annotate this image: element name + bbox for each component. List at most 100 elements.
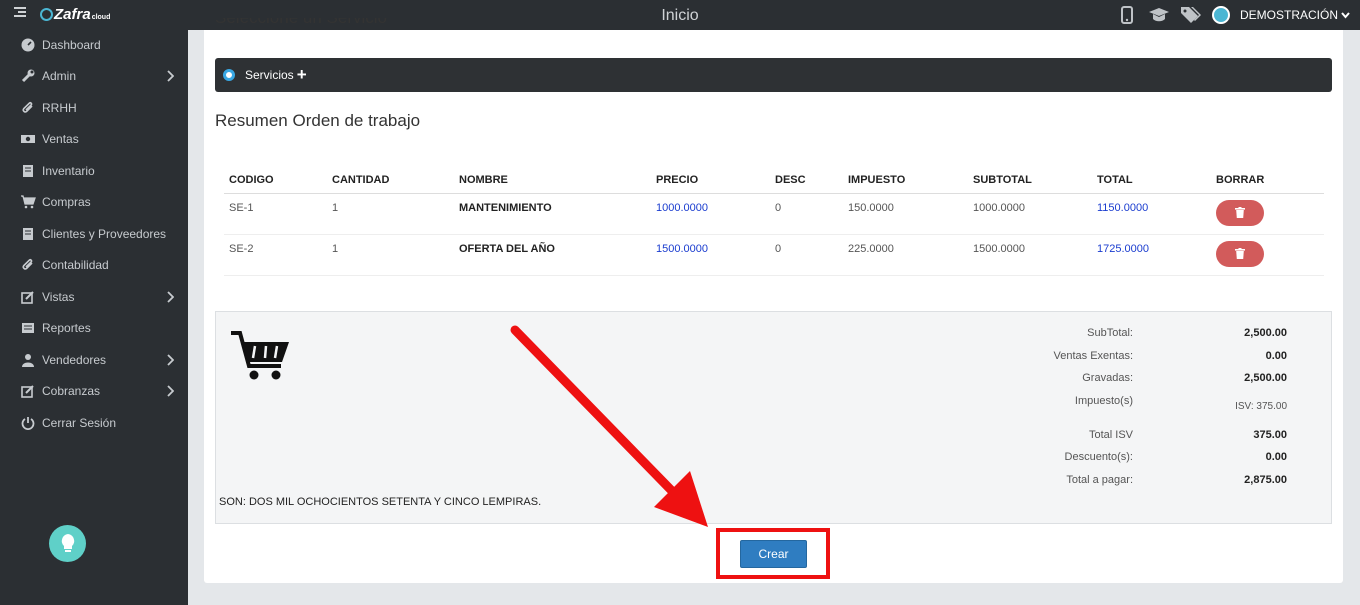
sidebar-item-inventario[interactable]: Inventario <box>20 160 178 182</box>
avatar[interactable] <box>1211 6 1230 24</box>
services-radio[interactable] <box>223 69 235 81</box>
sidebar-item-vendedores[interactable]: Vendedores <box>20 349 178 371</box>
cell-cantidad: 1 <box>327 234 454 276</box>
cell-desc: 0 <box>770 193 843 235</box>
sidebar-item-label: Vistas <box>42 290 75 304</box>
descuento-label: Descuento(s): <box>1064 451 1133 463</box>
sidebar-item-vistas[interactable]: Vistas <box>20 286 178 308</box>
table-header-row: CODIGO CANTIDAD NOMBRE PRECIO DESC IMPUE… <box>224 168 1324 194</box>
sidebar-item-label: Dashboard <box>42 38 101 52</box>
col-header: SUBTOTAL <box>968 168 1092 194</box>
services-bar[interactable]: Servicios + <box>215 58 1332 92</box>
sidebar-item-label: Inventario <box>42 164 95 178</box>
impuesto-value: ISV: 375.00 <box>1235 401 1287 412</box>
col-header: NOMBRE <box>454 168 651 194</box>
col-header: CODIGO <box>224 168 327 194</box>
sidebar-item-cerrar-sesion[interactable]: Cerrar Sesión <box>20 412 178 434</box>
power-icon <box>20 416 36 430</box>
chevron-down-icon <box>1341 11 1350 19</box>
sidebar-item-label: Ventas <box>42 132 79 146</box>
sidebar-item-contabilidad[interactable]: Contabilidad <box>20 254 178 276</box>
sidebar-item-label: Reportes <box>42 321 91 335</box>
sidebar-item-rrhh[interactable]: RRHH <box>20 97 178 119</box>
total-pagar-label: Total a pagar: <box>1066 474 1133 486</box>
crear-button[interactable]: Crear <box>740 540 807 568</box>
table-row: SE-2 1 OFERTA DEL AÑO 1500.0000 0 225.00… <box>224 234 1324 276</box>
col-header: PRECIO <box>651 168 770 194</box>
cell-borrar <box>1211 193 1324 235</box>
cell-precio-link[interactable]: 1000.0000 <box>651 193 770 235</box>
col-header: BORRAR <box>1211 168 1324 194</box>
select-service-title: Seleccione un Servicio <box>215 18 387 32</box>
sidebar-item-label: Clientes y Proveedores <box>42 227 167 241</box>
order-summary-title: Resumen Orden de trabajo <box>215 111 421 130</box>
book-icon <box>20 164 36 178</box>
col-header: DESC <box>770 168 843 194</box>
sidebar-item-admin[interactable]: Admin <box>20 65 178 87</box>
user-icon <box>20 353 36 367</box>
chevron-right-icon <box>167 70 174 82</box>
list-icon <box>20 321 36 335</box>
total-pagar-value: 2,875.00 <box>1244 474 1287 486</box>
subtotal-label: SubTotal: <box>1087 327 1133 339</box>
sidebar-item-label: Compras <box>42 195 91 209</box>
user-name: DEMOSTRACIÓN <box>1239 8 1338 22</box>
sidebar-item-label: Admin <box>42 69 77 83</box>
col-header: CANTIDAD <box>327 168 454 194</box>
edit-icon <box>20 384 36 398</box>
sidebar-item-ventas[interactable]: Ventas <box>20 128 178 150</box>
cell-subtotal: 1500.0000 <box>968 234 1092 276</box>
gravadas-label: Gravadas: <box>1082 372 1133 384</box>
sidebar-item-clientes[interactable]: Clientes y Proveedores <box>20 223 178 245</box>
table-row: SE-1 1 MANTENIMIENTO 1000.0000 0 150.000… <box>224 193 1324 235</box>
trash-icon <box>1235 248 1245 259</box>
impuesto-label: Impuesto(s) <box>1074 395 1133 407</box>
paperclip-icon <box>20 101 36 115</box>
cell-desc: 0 <box>770 234 843 276</box>
cell-codigo: SE-1 <box>224 193 327 235</box>
cell-total-link[interactable]: 1150.0000 <box>1092 193 1211 235</box>
sidebar-item-label: Vendedores <box>42 353 107 367</box>
money-icon <box>20 132 36 146</box>
order-table: CODIGO CANTIDAD NOMBRE PRECIO DESC IMPUE… <box>224 168 1324 276</box>
gravadas-value: 2,500.00 <box>1244 372 1287 384</box>
lightbulb-icon <box>61 533 74 552</box>
chevron-right-icon <box>167 385 174 397</box>
total-isv-label: Total ISV <box>1088 429 1133 441</box>
mobile-icon[interactable] <box>1116 5 1138 25</box>
lightbulb-help-button[interactable] <box>49 525 86 562</box>
shopping-cart-icon <box>231 331 289 380</box>
cell-impuesto: 150.0000 <box>843 193 968 235</box>
cart-icon <box>20 195 36 209</box>
sidebar-item-reportes[interactable]: Reportes <box>20 317 178 339</box>
book-icon <box>20 227 36 241</box>
trash-icon <box>1235 207 1245 218</box>
services-label: Servicios <box>245 68 294 82</box>
amount-in-words: SON: DOS MIL OCHOCIENTOS SETENTA Y CINCO… <box>219 496 542 508</box>
tags-icon[interactable] <box>1180 5 1202 25</box>
cell-cantidad: 1 <box>327 193 454 235</box>
cell-codigo: SE-2 <box>224 234 327 276</box>
sidebar-item-label: RRHH <box>42 101 77 115</box>
cell-borrar <box>1211 234 1324 276</box>
edit-icon <box>20 290 36 304</box>
user-menu[interactable]: DEMOSTRACIÓN <box>1240 8 1350 22</box>
descuento-value: 0.00 <box>1265 451 1287 463</box>
graduation-cap-icon[interactable] <box>1148 5 1170 25</box>
dashboard-icon <box>20 38 36 52</box>
cell-impuesto: 225.0000 <box>843 234 968 276</box>
subtotal-value: 2,500.00 <box>1244 327 1287 339</box>
cell-precio-link[interactable]: 1500.0000 <box>651 234 770 276</box>
sidebar: Dashboard Admin RRHH Ventas Inventario C… <box>0 30 188 605</box>
sidebar-item-cobranzas[interactable]: Cobranzas <box>20 380 178 402</box>
exentas-value: 0.00 <box>1265 350 1287 362</box>
exentas-label: Ventas Exentas: <box>1053 350 1134 362</box>
sidebar-item-compras[interactable]: Compras <box>20 191 178 213</box>
delete-button[interactable] <box>1216 199 1264 226</box>
plus-icon[interactable]: + <box>297 66 307 83</box>
col-header: TOTAL <box>1092 168 1211 194</box>
delete-button[interactable] <box>1216 240 1264 267</box>
top-bar: Zafra cloud Inicio DEMOSTRACIÓN <box>0 0 1360 30</box>
cell-total-link[interactable]: 1725.0000 <box>1092 234 1211 276</box>
sidebar-item-dashboard[interactable]: Dashboard <box>20 34 178 56</box>
